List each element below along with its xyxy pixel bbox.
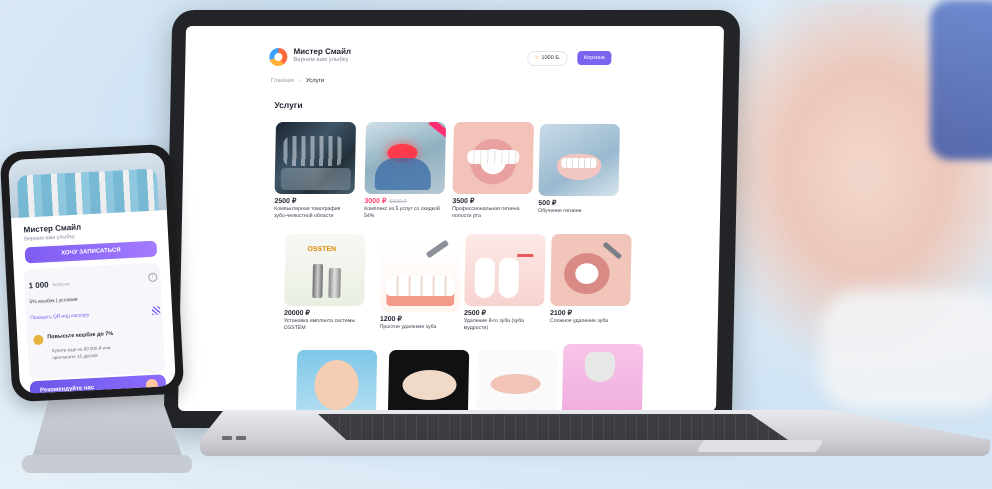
service-image [274,122,357,194]
star-icon: ☆ [534,55,540,61]
service-price: 2500 ₽ [274,198,297,205]
service-image [538,124,620,196]
service-image [380,240,462,312]
phone-brand-tagline: Вернем вам улыбку [23,233,75,243]
phone-screen: Мистер Смайл Вернем вам улыбку ХОЧУ ЗАПИ… [7,152,177,394]
phone: Мистер Смайл Вернем вам улыбку ХОЧУ ЗАПИ… [0,143,185,403]
implant-brand-text: OSSTEN [307,246,337,253]
bonus-unit: бонусов [52,281,70,288]
service-desc: Комплекс из 5 услуг со скидкой 54% [364,206,440,219]
service-old-price: 6500 ₽ [389,199,407,205]
logo-icon[interactable] [269,48,288,66]
service-image [464,234,546,306]
service-desc: Сложное удаление зуба [549,318,609,324]
usb-port-icon [222,436,232,440]
service-card-kids[interactable] [295,350,378,411]
clinic-team-photo [7,152,167,219]
service-image [550,234,632,306]
service-price: 2500 ₽ [463,310,487,317]
service-desc: Компьютерная томография зубо-челюстной о… [274,206,341,219]
service-image [452,122,535,194]
service-card-wisdom[interactable]: 2500 ₽ Удаление 8-го зуба (зуба мудрости… [464,234,546,331]
site-header: Мистер Смайл Вернем вам улыбку ☆ 1000 Б. … [269,44,612,70]
chevron-right-icon: › [298,78,301,84]
service-image [475,350,558,411]
service-card-crown[interactable] [561,344,644,411]
book-appointment-button[interactable]: ХОЧУ ЗАПИСАТЬСЯ [24,240,158,264]
service-card-hygiene[interactable]: 3500 ₽ Профессиональная гигиена полости … [452,122,535,219]
laptop-screen: Мистер Смайл Вернем вам улыбку ☆ 1000 Б. … [177,26,725,411]
recommend-label: Рекомендуйте нас [39,385,95,394]
bonus-balance[interactable]: ☆ 1000 Б. [527,51,568,66]
background-sleeve [930,0,992,160]
service-price: 2100 ₽ [549,310,573,317]
service-card-prosthetics[interactable] [387,350,470,411]
usb-port-icon [236,436,246,440]
cart-button[interactable]: Корзина [577,51,612,65]
service-price: 1200 ₽ [379,316,402,323]
service-card-complex[interactable]: 3000 ₽6500 ₽ Комплекс из 5 услуг со скид… [364,122,447,219]
service-image [561,344,644,411]
service-desc: Простое удаление зуба [379,324,437,330]
bonus-balance: 1 000 [28,280,49,291]
service-image [295,350,378,411]
service-card-ct[interactable]: 2500 ₽ Компьютерная томография зубо-челю… [274,122,357,219]
breadcrumb-home[interactable]: Главная [271,78,294,84]
service-price: 3500 ₽ [452,198,475,205]
service-price: 20000 ₽ [283,310,310,317]
service-price: 500 ₽ [538,200,557,207]
phone-brand-name: Мистер Смайл [23,222,82,235]
qr-icon[interactable] [151,306,161,315]
service-desc: Обучение гигиене [538,208,582,214]
service-card-complex-extraction[interactable]: 2100 ₽ Сложное удаление зуба [550,234,632,325]
background-cuff [820,290,992,410]
brand-name: Мистер Смайл [293,47,352,56]
service-card-extraction[interactable]: 1200 ₽ Простое удаление зуба [380,240,462,331]
service-card-veneers[interactable] [475,350,558,411]
section-title: Услуги [274,100,303,110]
sale-ribbon [428,122,447,139]
service-image [387,350,470,411]
team-figures [16,168,159,218]
service-desc: Удаление 8-го зуба (зуба мудрости) [463,318,525,331]
laptop-trackpad [696,440,824,452]
breadcrumb: Главная › Услуги [271,78,324,84]
service-card-implant[interactable]: OSSTEN 20000 ₽ Установка импланта систем… [284,234,366,331]
service-price: 3000 ₽6500 ₽ [364,197,444,205]
service-card-training[interactable]: 500 ₽ Обучение гигиене [538,124,620,215]
service-image [364,122,447,194]
laptop-keyboard [318,414,788,440]
service-desc: Профессиональная гигиена полости рта [452,206,520,219]
brand-tagline: Вернем вам улыбку [293,57,349,63]
decor-icon [145,378,159,392]
bonus-balance-value: 1000 Б. [541,55,561,61]
service-image: OSSTEN [284,234,366,306]
service-price-value: 3000 ₽ [364,198,387,205]
service-desc: Установка импланта системы OSSTEM [283,318,356,331]
breadcrumb-current: Услуги [305,78,325,84]
phone-stand-base [22,455,192,473]
